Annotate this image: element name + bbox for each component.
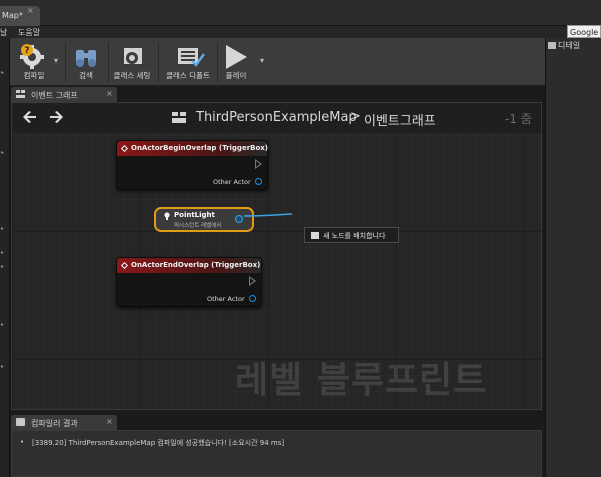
compiler-results-tab-close-icon[interactable]: × <box>106 417 113 426</box>
find-label: 검색 <box>79 71 93 80</box>
other-actor-pin[interactable] <box>255 178 262 185</box>
other-actor-pin[interactable] <box>249 295 256 302</box>
details-tab-label: 디테일 <box>558 41 581 50</box>
place-node-label: 새 노드를 배치합니다 <box>323 232 386 240</box>
class-defaults-button[interactable]: 클래스 디폴트 <box>162 40 214 84</box>
document-tab-close-icon[interactable]: × <box>27 6 34 15</box>
compile-button[interactable]: ? 컴파일 <box>14 40 54 84</box>
level-blueprint-watermark: 레벨 블루프린트 <box>235 360 488 401</box>
collapse-arrow-icon[interactable]: ▸ <box>1 364 8 370</box>
compile-gear-icon: ? <box>20 44 44 69</box>
compiler-results-icon <box>16 418 25 426</box>
forward-arrow-icon[interactable] <box>48 109 64 125</box>
find-button[interactable]: 검색 <box>68 40 104 84</box>
toolbar-divider <box>108 42 109 82</box>
point-light-output-pin[interactable] <box>235 215 243 223</box>
class-defaults-label: 클래스 디폴트 <box>166 71 210 80</box>
toolbar-divider <box>65 42 66 82</box>
node-title: PointLight <box>174 211 215 219</box>
graph-icon <box>172 112 186 123</box>
event-graph-canvas[interactable]: ThirdPersonExampleMap > 이벤트그래프 -1 줌 OnAc… <box>11 102 542 410</box>
play-button[interactable]: 플레이 <box>220 40 252 84</box>
node-title: OnActorBeginOverlap (TriggerBox) <box>131 144 269 152</box>
exec-output-pin[interactable] <box>249 276 256 286</box>
toolbar-divider <box>217 42 218 82</box>
point-light-node[interactable]: PointLight 퍼시스턴트 레벨에서 <box>154 207 254 232</box>
other-actor-pin-label: Other Actor <box>207 295 245 303</box>
event-graph-tab-close-icon[interactable]: × <box>106 89 113 98</box>
place-node-prompt[interactable]: 새 노드를 배치합니다 <box>304 227 399 243</box>
menu-item-window[interactable]: 날 <box>0 27 7 38</box>
node-subtitle: 퍼시스턴트 레벨에서 <box>174 223 222 229</box>
checklist-icon <box>178 48 206 67</box>
message-bullet-icon: • <box>20 438 25 446</box>
checkbox-icon <box>311 232 319 239</box>
dragged-wire <box>244 213 293 217</box>
class-settings-label: 클래스 세팅 <box>113 71 151 80</box>
search-google-field[interactable]: Google <box>567 25 601 38</box>
collapse-arrow-icon[interactable]: ▸ <box>1 264 8 270</box>
binoculars-icon <box>76 50 96 67</box>
other-actor-pin-label: Other Actor <box>213 178 251 186</box>
window-tab-strip <box>0 0 601 26</box>
play-icon <box>226 45 247 69</box>
document-tab[interactable]: Map* <box>0 6 40 26</box>
end-overlap-node[interactable]: OnActorEndOverlap (TriggerBox) Other Act… <box>116 257 262 307</box>
event-graph-tab[interactable]: 이벤트 그래프 <box>11 87 117 102</box>
collapse-arrow-icon[interactable]: ▸ <box>1 70 8 76</box>
back-arrow-icon[interactable] <box>22 109 38 125</box>
begin-overlap-node[interactable]: OnActorBeginOverlap (TriggerBox) Other A… <box>116 140 268 190</box>
menu-item-help[interactable]: 도움말 <box>18 27 40 38</box>
compile-options-chevron-down-icon[interactable]: ▾ <box>54 56 58 65</box>
left-side-strip: ▸ ▸ ▸ ▸ ▸ ▸ ▸ <box>0 38 10 477</box>
collapse-arrow-icon[interactable]: ▸ <box>1 250 8 256</box>
compile-label: 컴파일 <box>23 71 45 80</box>
toolbar-divider <box>158 42 159 82</box>
node-title: OnActorEndOverlap (TriggerBox) <box>131 261 261 269</box>
exec-output-pin[interactable] <box>255 159 262 169</box>
details-icon <box>548 42 556 49</box>
zoom-level: -1 줌 <box>505 112 532 126</box>
collapse-arrow-icon[interactable]: ▸ <box>1 150 8 156</box>
compiler-results-panel: • [3389.20] ThirdPersonExampleMap 컴파일에 성… <box>11 430 542 477</box>
breadcrumb-separator: > <box>350 109 361 124</box>
breadcrumb-event-graph[interactable]: 이벤트그래프 <box>364 110 436 129</box>
collapse-arrow-icon[interactable]: ▸ <box>1 322 8 328</box>
graph-tab-icon <box>16 90 25 98</box>
blueprint-toolbar: ? 컴파일 ▾ 검색 클래스 세팅 클래스 디폴트 플레이 ▾ <box>10 38 545 86</box>
menu-bar: 날 도움말 <box>0 26 601 38</box>
details-panel <box>545 38 601 477</box>
svg-text:?: ? <box>24 46 29 56</box>
breadcrumb-map[interactable]: ThirdPersonExampleMap <box>196 110 357 125</box>
play-label: 플레이 <box>225 71 247 80</box>
play-options-chevron-down-icon[interactable]: ▾ <box>260 56 264 65</box>
light-bulb-icon <box>164 212 170 220</box>
details-tab[interactable]: 디테일 <box>548 40 600 53</box>
collapse-arrow-icon[interactable]: ▸ <box>1 226 8 232</box>
compiler-results-tab[interactable]: 컴파일러 결과 <box>11 415 117 430</box>
gear-icon <box>124 48 142 64</box>
compile-message: [3389.20] ThirdPersonExampleMap 컴파일에 성공했… <box>32 439 285 447</box>
class-settings-button[interactable]: 클래스 세팅 <box>110 40 154 84</box>
